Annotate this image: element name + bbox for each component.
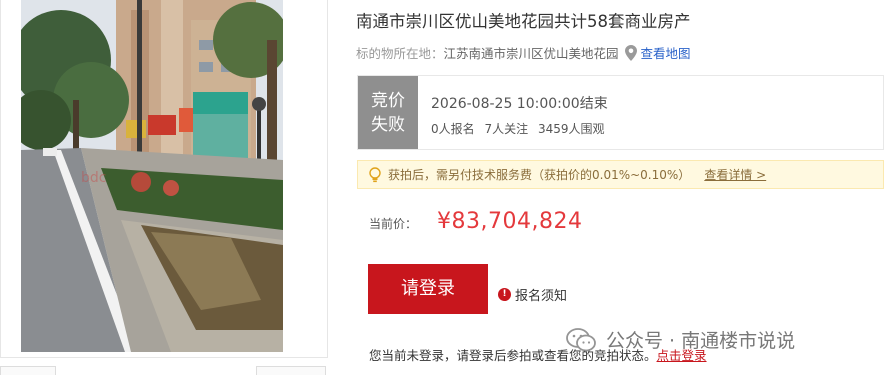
viewer-count: 3459人围观 <box>537 122 605 136</box>
thumbnail-prev[interactable] <box>0 366 56 375</box>
svg-text:bdc: bdc <box>81 170 106 186</box>
wechat-watermark: 公众号 · 南通楼市说说 <box>566 326 795 353</box>
view-map-link[interactable]: 查看地图 <box>641 43 691 62</box>
lightbulb-icon <box>369 166 381 182</box>
view-details-link[interactable]: 查看详情 > <box>704 166 766 183</box>
signup-notes-link[interactable]: ! 报名须知 <box>498 285 567 304</box>
property-photo-frame: bdc <box>0 0 328 358</box>
wechat-icon <box>566 327 596 351</box>
current-price: ¥83,704,824 <box>437 209 583 234</box>
notice-text: 获拍后，需另付技术服务费（获拍价的0.01%~0.10%） <box>388 168 691 182</box>
property-photo[interactable]: bdc <box>21 0 283 352</box>
auction-status-box: 竞价 失败 2026-08-25 10:00:00结束 0人报名 7人关注 34… <box>357 75 884 150</box>
street-scene-image: bdc <box>21 0 283 352</box>
status-line-1: 竞价 <box>371 91 405 111</box>
follower-count: 7人关注 <box>484 122 529 136</box>
thumbnail-next[interactable] <box>256 366 326 375</box>
map-pin-icon <box>624 44 637 61</box>
login-button[interactable]: 请登录 <box>368 264 488 314</box>
signup-notes-label: 报名须知 <box>515 289 568 304</box>
service-fee-notice: 获拍后，需另付技术服务费（获拍价的0.01%~0.10%） 查看详情 > <box>357 160 884 189</box>
status-line-2: 失败 <box>371 115 405 135</box>
signup-count: 0人报名 <box>431 122 475 136</box>
location-label: 标的物所在地： <box>356 46 444 61</box>
status-badge: 竞价 失败 <box>358 76 418 149</box>
end-time: 2026-08-25 10:00:00结束 <box>431 96 608 112</box>
listing-title: 南通市崇川区优山美地花园共计58套商业房产 <box>356 12 691 31</box>
location-row: 标的物所在地： 江苏南通市崇川区优山美地花园 查看地图 <box>356 43 691 62</box>
alert-icon: ! <box>498 288 511 301</box>
auction-stats: 0人报名 7人关注 3459人围观 <box>431 120 610 137</box>
watermark-text: 公众号 · 南通楼市说说 <box>606 330 796 352</box>
current-price-label: 当前价： <box>369 217 418 231</box>
location-address: 江苏南通市崇川区优山美地花园 <box>443 46 619 61</box>
